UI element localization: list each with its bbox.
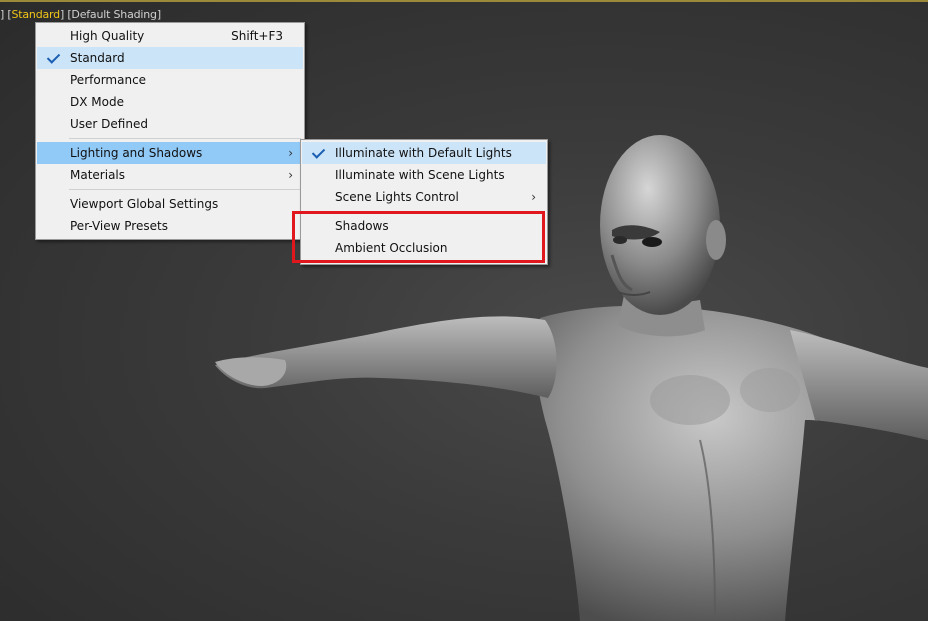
viewport-shading-label[interactable]: Default Shading [71,8,157,21]
menu-item-label: Illuminate with Default Lights [335,146,512,160]
menu-item-performance[interactable]: Performance [37,69,303,91]
menu-item-ambient-occlusion[interactable]: Ambient Occlusion [302,237,546,259]
lighting-shadows-submenu: Illuminate with Default Lights Illuminat… [300,139,548,265]
menu-item-label: Per-View Presets [70,219,168,233]
label-bracket-close: ] [156,8,161,21]
viewport-mode-menu: High Quality Shift+F3 Standard Performan… [35,22,305,240]
menu-item-label: Ambient Occlusion [335,241,448,255]
menu-item-scene-lights-control[interactable]: Scene Lights Control › [302,186,546,208]
menu-item-dx-mode[interactable]: DX Mode [37,91,303,113]
menu-item-label: DX Mode [70,95,124,109]
check-icon [43,47,63,69]
chevron-right-icon: › [288,168,293,182]
menu-item-lighting-and-shadows[interactable]: Lighting and Shadows › [37,142,303,164]
menu-item-shortcut: Shift+F3 [231,29,283,43]
menu-item-label: Shadows [335,219,389,233]
chevron-right-icon: › [288,146,293,160]
menu-separator [334,211,544,212]
menu-item-label: Lighting and Shadows [70,146,203,160]
menu-item-materials[interactable]: Materials › [37,164,303,186]
menu-item-shadows[interactable]: Shadows [302,215,546,237]
menu-item-high-quality[interactable]: High Quality Shift+F3 [37,25,303,47]
viewport-label: ] [Standard] [Default Shading] [0,8,161,21]
menu-item-label: Scene Lights Control [335,190,459,204]
menu-item-viewport-global-settings[interactable]: Viewport Global Settings [37,193,303,215]
label-bracket-mid: ] [ [59,8,72,21]
check-icon [308,142,328,164]
menu-item-label: Materials [70,168,126,182]
menu-item-label: Performance [70,73,147,87]
viewport-mode-label[interactable]: Standard [11,8,60,21]
label-bracket-open: ] [ [0,8,12,21]
menu-item-per-view-presets[interactable]: Per-View Presets [37,215,303,237]
chevron-right-icon: › [531,190,536,204]
menu-item-label: Standard [70,51,125,65]
menu-separator [69,189,301,190]
menu-separator [69,138,301,139]
menu-item-label: Viewport Global Settings [70,197,219,211]
menu-item-illuminate-default-lights[interactable]: Illuminate with Default Lights [302,142,546,164]
menu-item-standard[interactable]: Standard [37,47,303,69]
menu-item-label: High Quality [70,29,145,43]
menu-item-illuminate-scene-lights[interactable]: Illuminate with Scene Lights [302,164,546,186]
menu-item-label: Illuminate with Scene Lights [335,168,505,182]
menu-item-user-defined[interactable]: User Defined [37,113,303,135]
menu-item-label: User Defined [70,117,148,131]
